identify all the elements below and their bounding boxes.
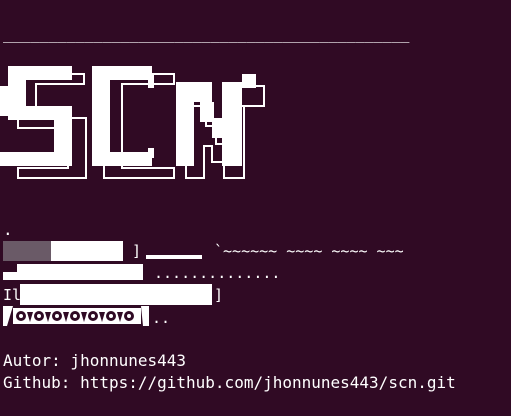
treads-tail: .. [152,309,171,327]
author-line: Autor: jhonnunes443 [3,351,187,370]
hull-dots: .............. [154,264,281,282]
barrel-waves: `~~~~~~ ~~~~ ~~~~ ~~~ [214,242,404,260]
tank-treads [3,306,149,326]
hull-upper [17,264,143,280]
scn-ascii-logo [0,66,265,179]
turret-block [51,241,123,261]
hull-left-edge: Il [3,286,22,304]
hull-body [20,284,212,305]
hull-right-bracket: ] [214,286,224,304]
turret-shade [3,241,51,261]
hull-step-1 [3,272,17,280]
barrel [146,255,202,259]
dot-line: . [3,220,13,239]
github-line: Github: https://github.com/jhonnunes443/… [3,373,456,392]
turret-bracket: ] [132,242,142,260]
underscore-rule: ________________________________________… [3,25,410,43]
